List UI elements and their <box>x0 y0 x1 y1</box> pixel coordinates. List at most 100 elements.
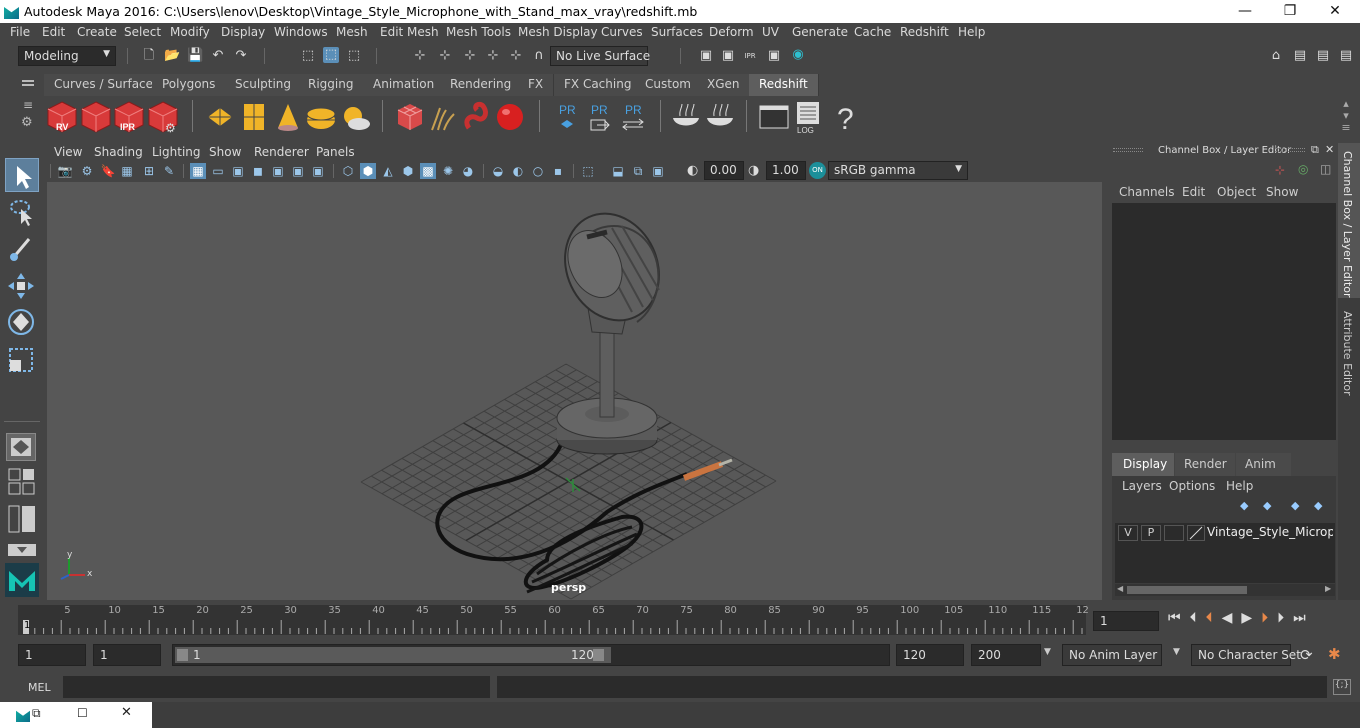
gate-mask-icon[interactable]: ◼ <box>250 163 266 179</box>
pr-swap-shelf-icon[interactable]: PR <box>617 100 649 134</box>
move-layer-up-icon[interactable]: ◆ <box>1240 499 1248 512</box>
undo-icon[interactable]: ↶ <box>210 48 226 64</box>
sun-shelf-icon[interactable] <box>339 100 371 134</box>
tab-rendering[interactable]: Rendering <box>440 74 523 96</box>
use-lights-icon[interactable]: ✺ <box>440 163 456 179</box>
current-frame-field[interactable]: 1 <box>1093 611 1159 631</box>
channel-box-icon[interactable]: ▤ <box>1338 48 1354 64</box>
tab-rigging[interactable]: Rigging <box>298 74 365 96</box>
menu-select[interactable]: Select <box>124 25 161 39</box>
field-chart-icon[interactable]: ▣ <box>270 163 286 179</box>
minimize-button[interactable]: — <box>1222 0 1268 23</box>
film-gate-icon[interactable]: ▭ <box>210 163 226 179</box>
pr-export-shelf-icon[interactable]: PR <box>551 100 583 134</box>
aa-icon[interactable]: ○ <box>530 163 546 179</box>
playback-start-field[interactable]: 1 <box>93 644 161 666</box>
side-by-side-layout-icon[interactable] <box>8 505 36 533</box>
layout-icon[interactable]: ▤ <box>1292 48 1308 64</box>
open-scene-icon[interactable]: 📂 <box>164 48 180 64</box>
light-portal-shelf-icon[interactable] <box>238 100 270 134</box>
restore-icon[interactable]: ⧉ <box>32 706 41 721</box>
tab-channel-box-vertical[interactable]: Channel Box / Layer Editor <box>1338 143 1360 298</box>
menu-redshift[interactable]: Redshift <box>900 25 949 39</box>
vp-menu-shading[interactable]: Shading <box>94 145 143 159</box>
tab-polygons[interactable]: Polygons <box>152 74 227 96</box>
menu-create[interactable]: Create <box>77 25 117 39</box>
perspective-viewport[interactable]: y x persp <box>47 182 1102 600</box>
menu-generate[interactable]: Generate <box>792 25 848 39</box>
light-rect-shelf-icon[interactable] <box>204 100 236 134</box>
tab-sculpting[interactable]: Sculpting <box>225 74 303 96</box>
go-to-start-icon[interactable]: ⏮ <box>1168 610 1190 626</box>
color-space-dropdown[interactable]: sRGB gamma ▼ <box>828 161 968 180</box>
new-scene-icon[interactable]: 🗋 <box>141 48 157 64</box>
mel-label[interactable]: MEL <box>28 681 51 694</box>
go-to-end-icon[interactable]: ⏭ <box>1293 610 1315 626</box>
mode-dropdown[interactable]: Modeling ▼ <box>18 46 116 66</box>
menu-help[interactable]: Help <box>958 25 985 39</box>
camera-attr-icon[interactable]: ⚙ <box>79 163 95 179</box>
chevron-down-icon[interactable]: ▼ <box>1044 647 1051 657</box>
isolate-icon[interactable]: ⬚ <box>580 163 596 179</box>
step-forward-icon[interactable]: ⏵ <box>1277 610 1293 626</box>
tab-fx[interactable]: FX <box>518 74 555 96</box>
wireframe-icon[interactable]: ⬡ <box>340 163 356 179</box>
render-current-icon[interactable]: ▣ <box>720 48 736 64</box>
step-forward-key-icon[interactable]: ⏵ <box>1261 610 1277 626</box>
shadows-icon[interactable]: ◕ <box>460 163 476 179</box>
ao-icon[interactable]: ◒ <box>490 163 506 179</box>
maximize-button[interactable]: ❐ <box>1267 0 1313 23</box>
play-back-icon[interactable]: ◀ <box>1222 610 1242 626</box>
new-layer-selected-icon[interactable]: ◆ <box>1314 499 1322 512</box>
move-layer-down-icon[interactable]: ◆ <box>1263 499 1271 512</box>
select-object-icon[interactable]: ⬚ <box>323 47 339 63</box>
pen-icon[interactable]: ✎ <box>161 163 177 179</box>
safe-title-icon[interactable]: ▣ <box>310 163 326 179</box>
range-slider-handle[interactable] <box>175 647 611 663</box>
shelf-menu-icon[interactable]: ≡ <box>23 98 33 112</box>
paint-select-icon[interactable] <box>5 233 39 263</box>
vp-menu-renderer[interactable]: Renderer <box>254 145 309 159</box>
new-layer-icon[interactable]: ◆ <box>1291 499 1299 512</box>
le-menu-layers[interactable]: Layers <box>1122 479 1162 493</box>
menu-file[interactable]: File <box>10 25 30 39</box>
vp-menu-view[interactable]: View <box>54 145 82 159</box>
menu-display[interactable]: Display <box>221 25 265 39</box>
start-time-field[interactable]: 1 <box>18 644 86 666</box>
menu-cache[interactable]: Cache <box>854 25 891 39</box>
tab-render[interactable]: Render <box>1175 453 1235 476</box>
bowl-shelf-icon[interactable] <box>670 100 702 134</box>
channel-box-icon-2[interactable]: ◎ <box>1298 162 1308 176</box>
layer-color-swatch[interactable] <box>1187 525 1205 541</box>
save-scene-icon[interactable]: 💾 <box>187 48 203 64</box>
resolution-gate-icon[interactable]: ▣ <box>230 163 246 179</box>
camera-icon[interactable]: 📷 <box>57 163 73 179</box>
color-management-icon[interactable]: ON <box>809 162 826 179</box>
viewport-scene[interactable] <box>47 182 1102 600</box>
menu-edit-mesh[interactable]: Edit Mesh <box>380 25 439 39</box>
volume-shelf-icon[interactable] <box>461 100 493 134</box>
select-component-icon[interactable]: ⬚ <box>346 48 362 64</box>
tab-xgen[interactable]: XGen <box>697 74 751 96</box>
channel-box-icon-1[interactable]: ⊹ <box>1275 163 1285 177</box>
ipr-shelf-icon[interactable]: IPR <box>113 100 145 134</box>
wire-on-shaded-icon[interactable]: ◭ <box>380 163 396 179</box>
live-surface-field[interactable]: No Live Surface <box>550 46 650 66</box>
cb-menu-channels[interactable]: Channels <box>1119 185 1175 199</box>
mel-input[interactable] <box>63 676 490 698</box>
layer-name[interactable]: Vintage_Style_Micropho <box>1207 525 1333 539</box>
tab-display[interactable]: Display <box>1112 453 1174 476</box>
light-spot-shelf-icon[interactable] <box>272 100 304 134</box>
step-back-key-icon[interactable]: ⏴ <box>1206 610 1222 626</box>
auto-key-icon[interactable]: ⟳ <box>1300 646 1313 664</box>
menu-mesh-tools[interactable]: Mesh Tools <box>446 25 511 39</box>
tab-attribute-editor-vertical[interactable]: Attribute Editor <box>1338 303 1360 398</box>
anim-prefs-icon[interactable]: ✱ <box>1328 645 1341 663</box>
layer-visibility-toggle[interactable]: V <box>1118 525 1138 541</box>
le-menu-options[interactable]: Options <box>1169 479 1215 493</box>
close-panel-icon[interactable]: ✕ <box>1325 143 1334 156</box>
gamma-field[interactable]: 1.00 <box>766 161 806 180</box>
clapper-shelf-icon[interactable] <box>80 100 112 134</box>
log-shelf-icon[interactable]: LOG <box>792 100 824 135</box>
menu-surfaces[interactable]: Surfaces <box>651 25 703 39</box>
